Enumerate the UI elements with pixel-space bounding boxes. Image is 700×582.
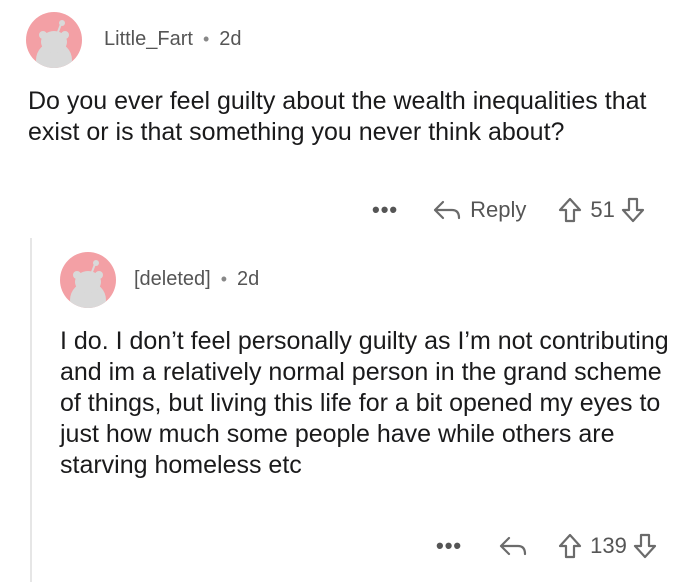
downvote-arrow-icon[interactable]: [621, 197, 645, 223]
meta-separator: •: [220, 269, 228, 289]
upvote-arrow-icon[interactable]: [558, 533, 582, 559]
reply-button[interactable]: Reply: [432, 197, 526, 223]
comment-meta: [deleted] • 2d: [134, 268, 259, 291]
comment-meta: Little_Fart • 2d: [104, 28, 242, 51]
meta-separator: •: [202, 29, 210, 49]
upvote-arrow-icon[interactable]: [558, 197, 582, 223]
comment-actions: ••• Reply 51: [372, 194, 645, 226]
vote-count: 139: [590, 533, 627, 558]
username[interactable]: Little_Fart: [104, 28, 193, 51]
avatar[interactable]: [60, 252, 116, 308]
reddit-avatar-icon: [36, 20, 72, 68]
more-options-button[interactable]: •••: [372, 197, 398, 223]
vote-count: 51: [590, 197, 615, 222]
avatar[interactable]: [26, 12, 82, 68]
reply-label: Reply: [470, 197, 527, 222]
comment-text: Do you ever feel guilty about the wealth…: [28, 87, 647, 146]
downvote-arrow-icon[interactable]: [633, 533, 657, 559]
timestamp: 2d: [237, 268, 260, 290]
comment-text: I do. I don’t feel personally guilty as …: [60, 327, 669, 479]
comment-actions: ••• 139: [436, 530, 657, 562]
timestamp: 2d: [219, 28, 242, 50]
username[interactable]: [deleted]: [134, 268, 211, 291]
more-options-button[interactable]: •••: [436, 533, 462, 559]
reply-arrow-icon[interactable]: [498, 534, 528, 558]
reply-arrow-icon: [432, 198, 462, 222]
reddit-avatar-icon: [70, 260, 106, 308]
thread-line[interactable]: [30, 238, 32, 582]
